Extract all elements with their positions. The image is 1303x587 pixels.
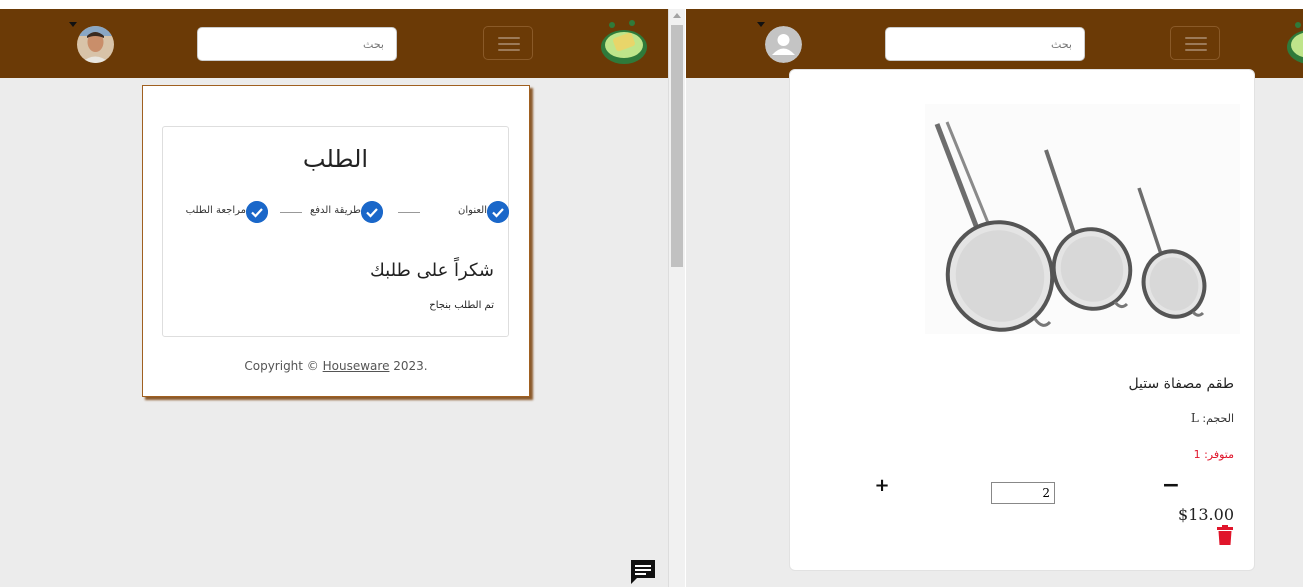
- check-icon: [246, 201, 268, 223]
- step-review: مراجعة الطلب: [183, 201, 268, 223]
- page-title: الطلب: [302, 145, 369, 173]
- scroll-up-arrow-icon[interactable]: [673, 13, 681, 18]
- user-avatar[interactable]: [77, 26, 114, 63]
- step-label: مراجعة الطلب: [185, 205, 246, 216]
- navbar: [0, 9, 668, 78]
- step-label: طريقة الدفع: [309, 205, 361, 216]
- product-price: $13.00: [1178, 505, 1234, 524]
- check-icon: [487, 201, 509, 223]
- step-divider: [398, 212, 420, 213]
- step-address: العنوان: [433, 201, 509, 223]
- chevron-down-icon[interactable]: [69, 22, 77, 27]
- menu-toggle-button[interactable]: [483, 26, 533, 60]
- cart-item-card: طقم مصفاة ستيل الحجم: L متوفر: 1 − + $13…: [789, 69, 1255, 571]
- step-label: العنوان: [458, 205, 487, 216]
- left-window: الطلب العنوان طريقة الدفع مراجعة الطلب ش…: [0, 9, 668, 587]
- right-window: طقم مصفاة ستيل الحجم: L متوفر: 1 − + $13…: [686, 9, 1303, 587]
- menu-toggle-button[interactable]: [1170, 26, 1220, 60]
- product-name[interactable]: طقم مصفاة ستيل: [1128, 376, 1234, 392]
- order-success-text: تم الطلب بنجاح: [429, 300, 494, 311]
- vertical-scrollbar[interactable]: [668, 9, 685, 587]
- scrollbar-thumb[interactable]: [671, 25, 683, 267]
- search-input[interactable]: [197, 27, 397, 61]
- increase-quantity-button[interactable]: +: [868, 471, 896, 499]
- houseware-logo-icon[interactable]: [598, 17, 650, 69]
- step-payment: طريقة الدفع: [309, 201, 383, 223]
- step-divider: [280, 212, 302, 213]
- trash-icon[interactable]: [1216, 525, 1234, 545]
- navbar: [686, 9, 1303, 78]
- decrease-quantity-button[interactable]: −: [1157, 471, 1185, 499]
- product-size: الحجم: L: [1190, 411, 1234, 425]
- search-input[interactable]: [885, 27, 1085, 61]
- houseware-link[interactable]: Houseware: [323, 359, 390, 373]
- houseware-logo-icon[interactable]: [1284, 17, 1303, 69]
- stock-status: متوفر: 1: [1193, 448, 1234, 461]
- user-avatar-icon[interactable]: [765, 26, 802, 63]
- check-icon: [361, 201, 383, 223]
- product-image[interactable]: [925, 104, 1240, 334]
- chat-icon[interactable]: [628, 557, 658, 587]
- copyright-footer: Copyright © Houseware 2023.: [244, 359, 428, 373]
- order-summary-panel: الطلب العنوان طريقة الدفع مراجعة الطلب ش…: [162, 126, 509, 337]
- order-confirmation-card: الطلب العنوان طريقة الدفع مراجعة الطلب ش…: [142, 85, 530, 397]
- chevron-down-icon[interactable]: [757, 22, 765, 27]
- thank-you-heading: شكراً على طلبك: [370, 260, 494, 281]
- quantity-input[interactable]: [991, 482, 1055, 504]
